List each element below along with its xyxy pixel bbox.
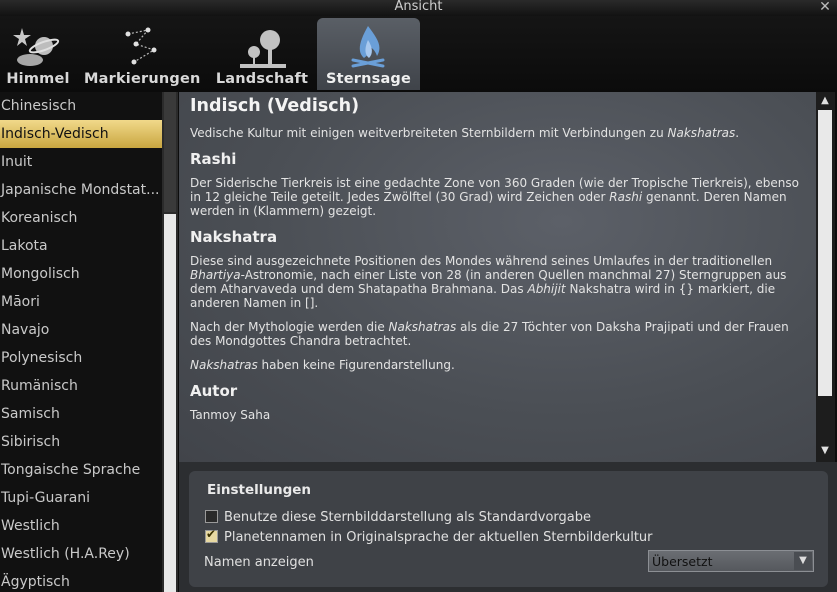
tab-label: Markierungen [84, 71, 201, 87]
names-label: Namen anzeigen [204, 555, 314, 570]
list-item[interactable]: Mongolisch [0, 260, 162, 288]
description-panel: Indisch (Vedisch) Vedische Kultur mit ei… [179, 92, 816, 462]
list-item[interactable]: Navajo [0, 316, 162, 344]
window-titlebar: Ansicht ✕ [0, 0, 837, 16]
list-item-selected[interactable]: Indisch-Vedisch [0, 120, 162, 148]
list-item[interactable]: Japanische Mondstat... [0, 176, 162, 204]
culture-list[interactable]: Chinesisch Indisch-Vedisch Inuit Japanis… [0, 92, 162, 592]
list-item[interactable]: Samisch [0, 400, 162, 428]
list-item[interactable]: Rumänisch [0, 372, 162, 400]
campfire-icon [351, 26, 385, 68]
list-item[interactable]: Sibirisch [0, 428, 162, 456]
settings-group: Einstellungen Benutze diese Sternbilddar… [189, 471, 828, 587]
nakshatra-paragraph-3: Nakshatras haben keine Figurendarstellun… [190, 358, 455, 372]
list-item[interactable]: Inuit [0, 148, 162, 176]
list-item[interactable]: Māori [0, 288, 162, 316]
landscape-trees-icon [240, 30, 286, 68]
scrollbar-thumb[interactable] [818, 110, 832, 396]
list-item[interactable]: Polynesisch [0, 344, 162, 372]
intro-paragraph: Vedische Kultur mit einigen weitverbreit… [190, 126, 740, 140]
nakshatra-heading: Nakshatra [190, 228, 278, 246]
list-item[interactable]: Chinesisch [0, 92, 162, 120]
nakshatra-paragraph-2: Nach der Mythologie werden die Nakshatra… [190, 320, 789, 348]
scroll-down-arrow-icon[interactable]: ▼ [818, 444, 832, 458]
tab-label: Himmel [6, 71, 70, 87]
tab-himmel[interactable]: Himmel [0, 18, 76, 90]
native-planet-names-label: Planetennamen in Originalsprache der akt… [224, 530, 653, 545]
list-item[interactable]: Westlich [0, 512, 162, 540]
description-scrollbar[interactable]: ▲ ▼ [816, 92, 835, 462]
native-planet-names-row[interactable]: ✔ Planetennamen in Originalsprache der ak… [205, 527, 653, 545]
names-dropdown[interactable]: Übersetzt ▼ [648, 550, 814, 572]
list-item[interactable]: Westlich (H.A.Rey) [0, 540, 162, 568]
scroll-up-arrow-icon[interactable]: ▲ [818, 94, 832, 108]
nakshatra-paragraph-1: Diese sind ausgezeichnete Positionen des… [190, 254, 787, 310]
default-culture-checkbox[interactable] [205, 510, 218, 523]
list-item[interactable]: Lakota [0, 232, 162, 260]
list-item[interactable]: Ägyptisch [0, 568, 162, 592]
chevron-down-icon[interactable]: ▼ [794, 552, 812, 570]
scrollbar-thumb[interactable] [164, 214, 176, 592]
list-item[interactable]: Tongaische Sprache [0, 456, 162, 484]
settings-title: Einstellungen [207, 482, 312, 498]
constellation-markers-icon [125, 27, 157, 65]
close-button[interactable]: ✕ [817, 0, 833, 15]
tab-label: Landschaft [215, 71, 309, 87]
check-mark-icon: ✔ [206, 527, 217, 541]
culture-title: Indisch (Vedisch) [190, 96, 360, 116]
tab-sternsage[interactable]: Sternsage [317, 18, 420, 90]
planets-icon [13, 28, 60, 66]
tab-label: Sternsage [325, 71, 412, 87]
default-culture-row[interactable]: Benutze diese Sternbilddarstellung als S… [205, 510, 591, 525]
dropdown-value: Übersetzt [652, 554, 713, 569]
list-item[interactable]: Tupi-Guarani [0, 484, 162, 512]
window-title: Ansicht [394, 0, 443, 14]
rashi-heading: Rashi [190, 150, 237, 168]
author-heading: Autor [190, 382, 238, 400]
native-planet-names-checkbox[interactable]: ✔ [205, 527, 218, 543]
list-item[interactable]: Koreanisch [0, 204, 162, 232]
tab-markierungen[interactable]: Markierungen [84, 18, 200, 90]
tab-bar: Himmel Markierungen Landschaft Sternsage [0, 16, 837, 92]
default-culture-label: Benutze diese Sternbilddarstellung als S… [224, 510, 592, 525]
scrollbar-track[interactable] [164, 92, 176, 212]
rashi-paragraph: Der Siderische Tierkreis ist eine gedach… [190, 176, 799, 218]
author-name: Tanmoy Saha [190, 408, 271, 422]
sidebar-scrollbar[interactable] [162, 92, 178, 592]
tab-landschaft[interactable]: Landschaft [214, 18, 310, 90]
